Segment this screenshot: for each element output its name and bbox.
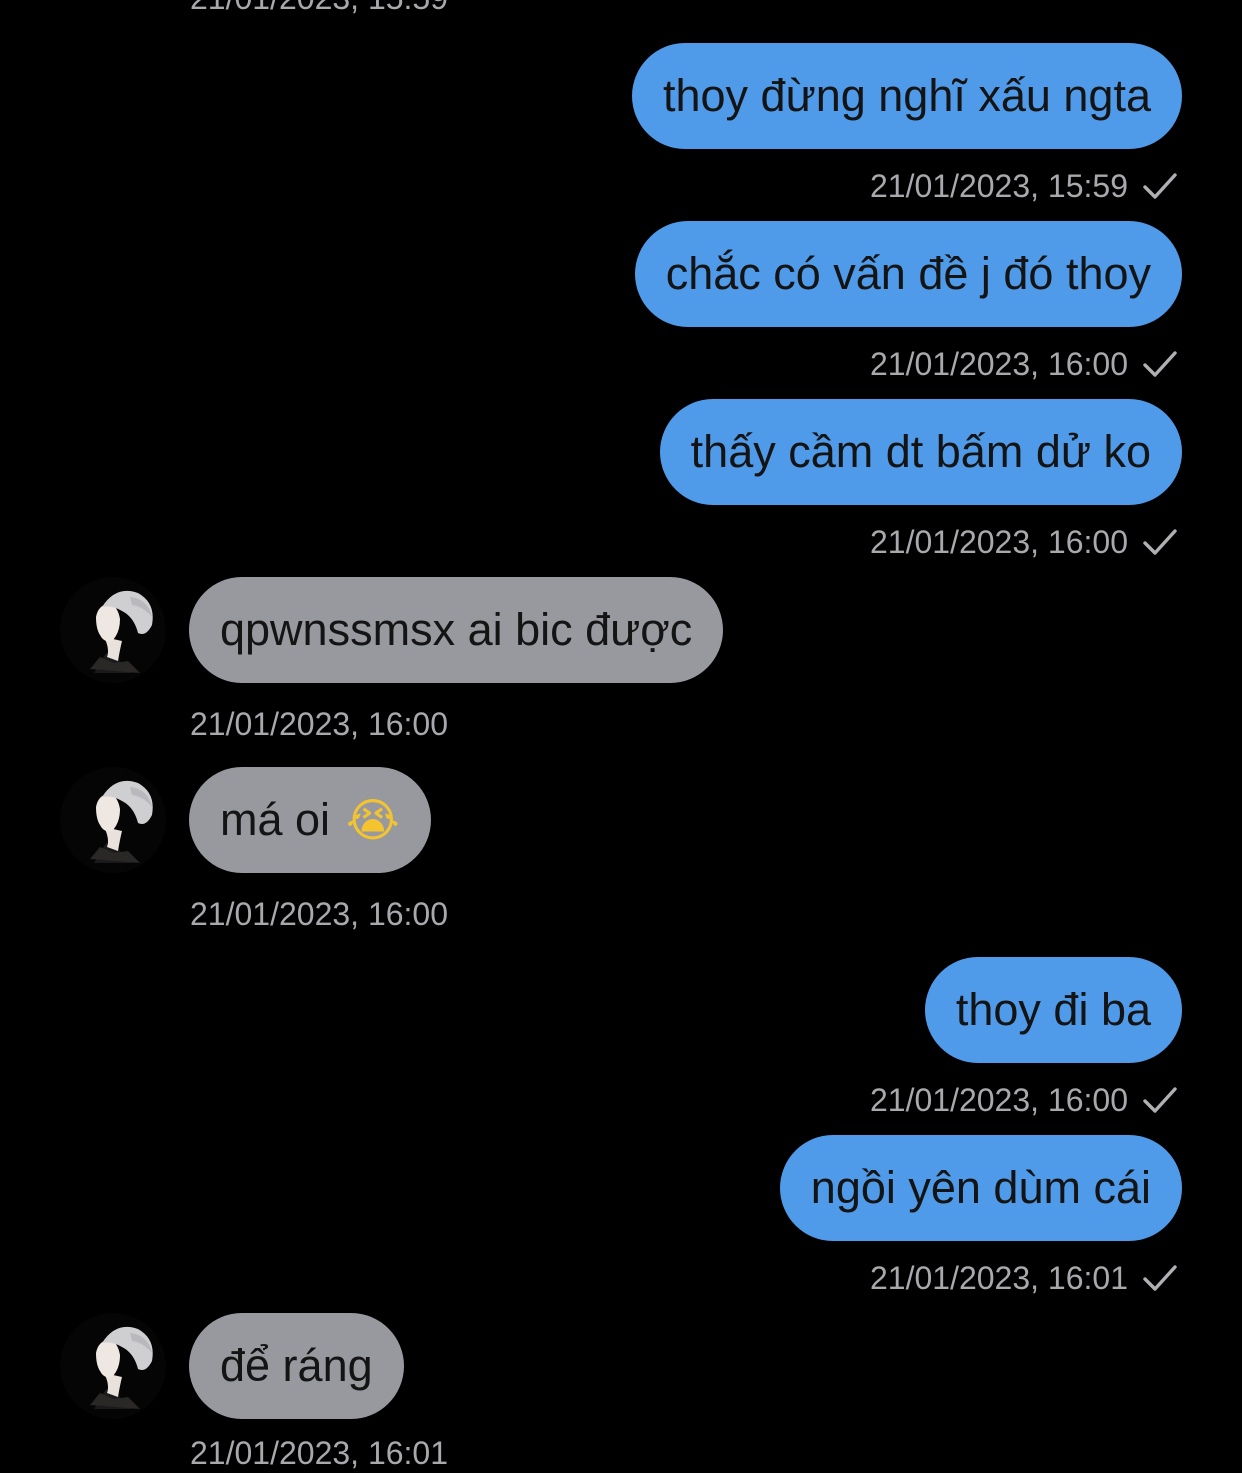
check-icon <box>1143 529 1177 555</box>
message-timestamp: 21/01/2023, 16:00 <box>870 1080 1178 1120</box>
timestamp-text: 21/01/2023, 16:01 <box>869 1260 1128 1296</box>
check-icon <box>1143 173 1177 199</box>
message-timestamp: 21/01/2023, 16:00 <box>870 522 1178 562</box>
outgoing-message-bubble[interactable]: thoy đi ba <box>924 957 1182 1063</box>
message-text: thoy đi ba <box>955 984 1151 1035</box>
message-text: qpwnssmsx ai bic được <box>220 604 693 655</box>
message-text: ngồi yên dùm cái <box>810 1162 1151 1213</box>
outgoing-message-bubble[interactable]: chắc có vấn đề j đó thoy <box>634 221 1182 327</box>
outgoing-message-bubble[interactable]: thoy đừng nghĩ xấu ngta <box>632 43 1182 149</box>
message-timestamp: 21/01/2023, 16:01 <box>190 1435 449 1471</box>
message-timestamp: 21/01/2023, 16:00 <box>190 896 449 932</box>
message-text: để ráng <box>220 1340 373 1391</box>
avatar[interactable] <box>60 767 166 873</box>
check-icon <box>1143 1265 1177 1291</box>
timestamp-text: 21/01/2023, 15:59 <box>869 168 1128 204</box>
check-icon <box>1143 351 1177 377</box>
avatar[interactable] <box>60 577 166 683</box>
message-timestamp: 21/01/2023, 15:59 <box>870 166 1178 206</box>
message-text: má oi <box>220 794 331 845</box>
avatar-image <box>60 767 166 873</box>
outgoing-message-bubble[interactable]: ngồi yên dùm cái <box>779 1135 1182 1241</box>
message-text: chắc có vấn đề j đó thoy <box>665 248 1151 299</box>
incoming-message-bubble[interactable]: qpwnssmsx ai bic được <box>189 577 724 683</box>
timestamp-text: 21/01/2023, 16:00 <box>869 524 1128 560</box>
message-text: thấy cầm dt bấm dử ko <box>690 426 1151 477</box>
timestamp-text: 21/01/2023, 16:00 <box>869 346 1128 382</box>
avatar[interactable] <box>60 1313 166 1419</box>
avatar-image <box>60 1313 166 1419</box>
incoming-message-bubble[interactable]: để ráng <box>189 1313 404 1419</box>
outgoing-message-bubble[interactable]: thấy cầm dt bấm dử ko <box>659 399 1182 505</box>
message-timestamp: 21/01/2023, 15:59 <box>190 0 448 18</box>
message-timestamp: 21/01/2023, 16:00 <box>870 344 1178 384</box>
check-icon <box>1143 1087 1177 1113</box>
message-text: thoy đừng nghĩ xấu ngta <box>663 70 1151 121</box>
incoming-message-bubble[interactable]: má oi 😭 <box>189 767 431 873</box>
message-timestamp: 21/01/2023, 16:01 <box>870 1258 1178 1298</box>
avatar-image <box>60 577 166 683</box>
crying-face-emoji: 😭 <box>346 793 400 847</box>
message-timestamp: 21/01/2023, 16:00 <box>190 706 449 742</box>
timestamp-text: 21/01/2023, 16:00 <box>869 1082 1128 1118</box>
